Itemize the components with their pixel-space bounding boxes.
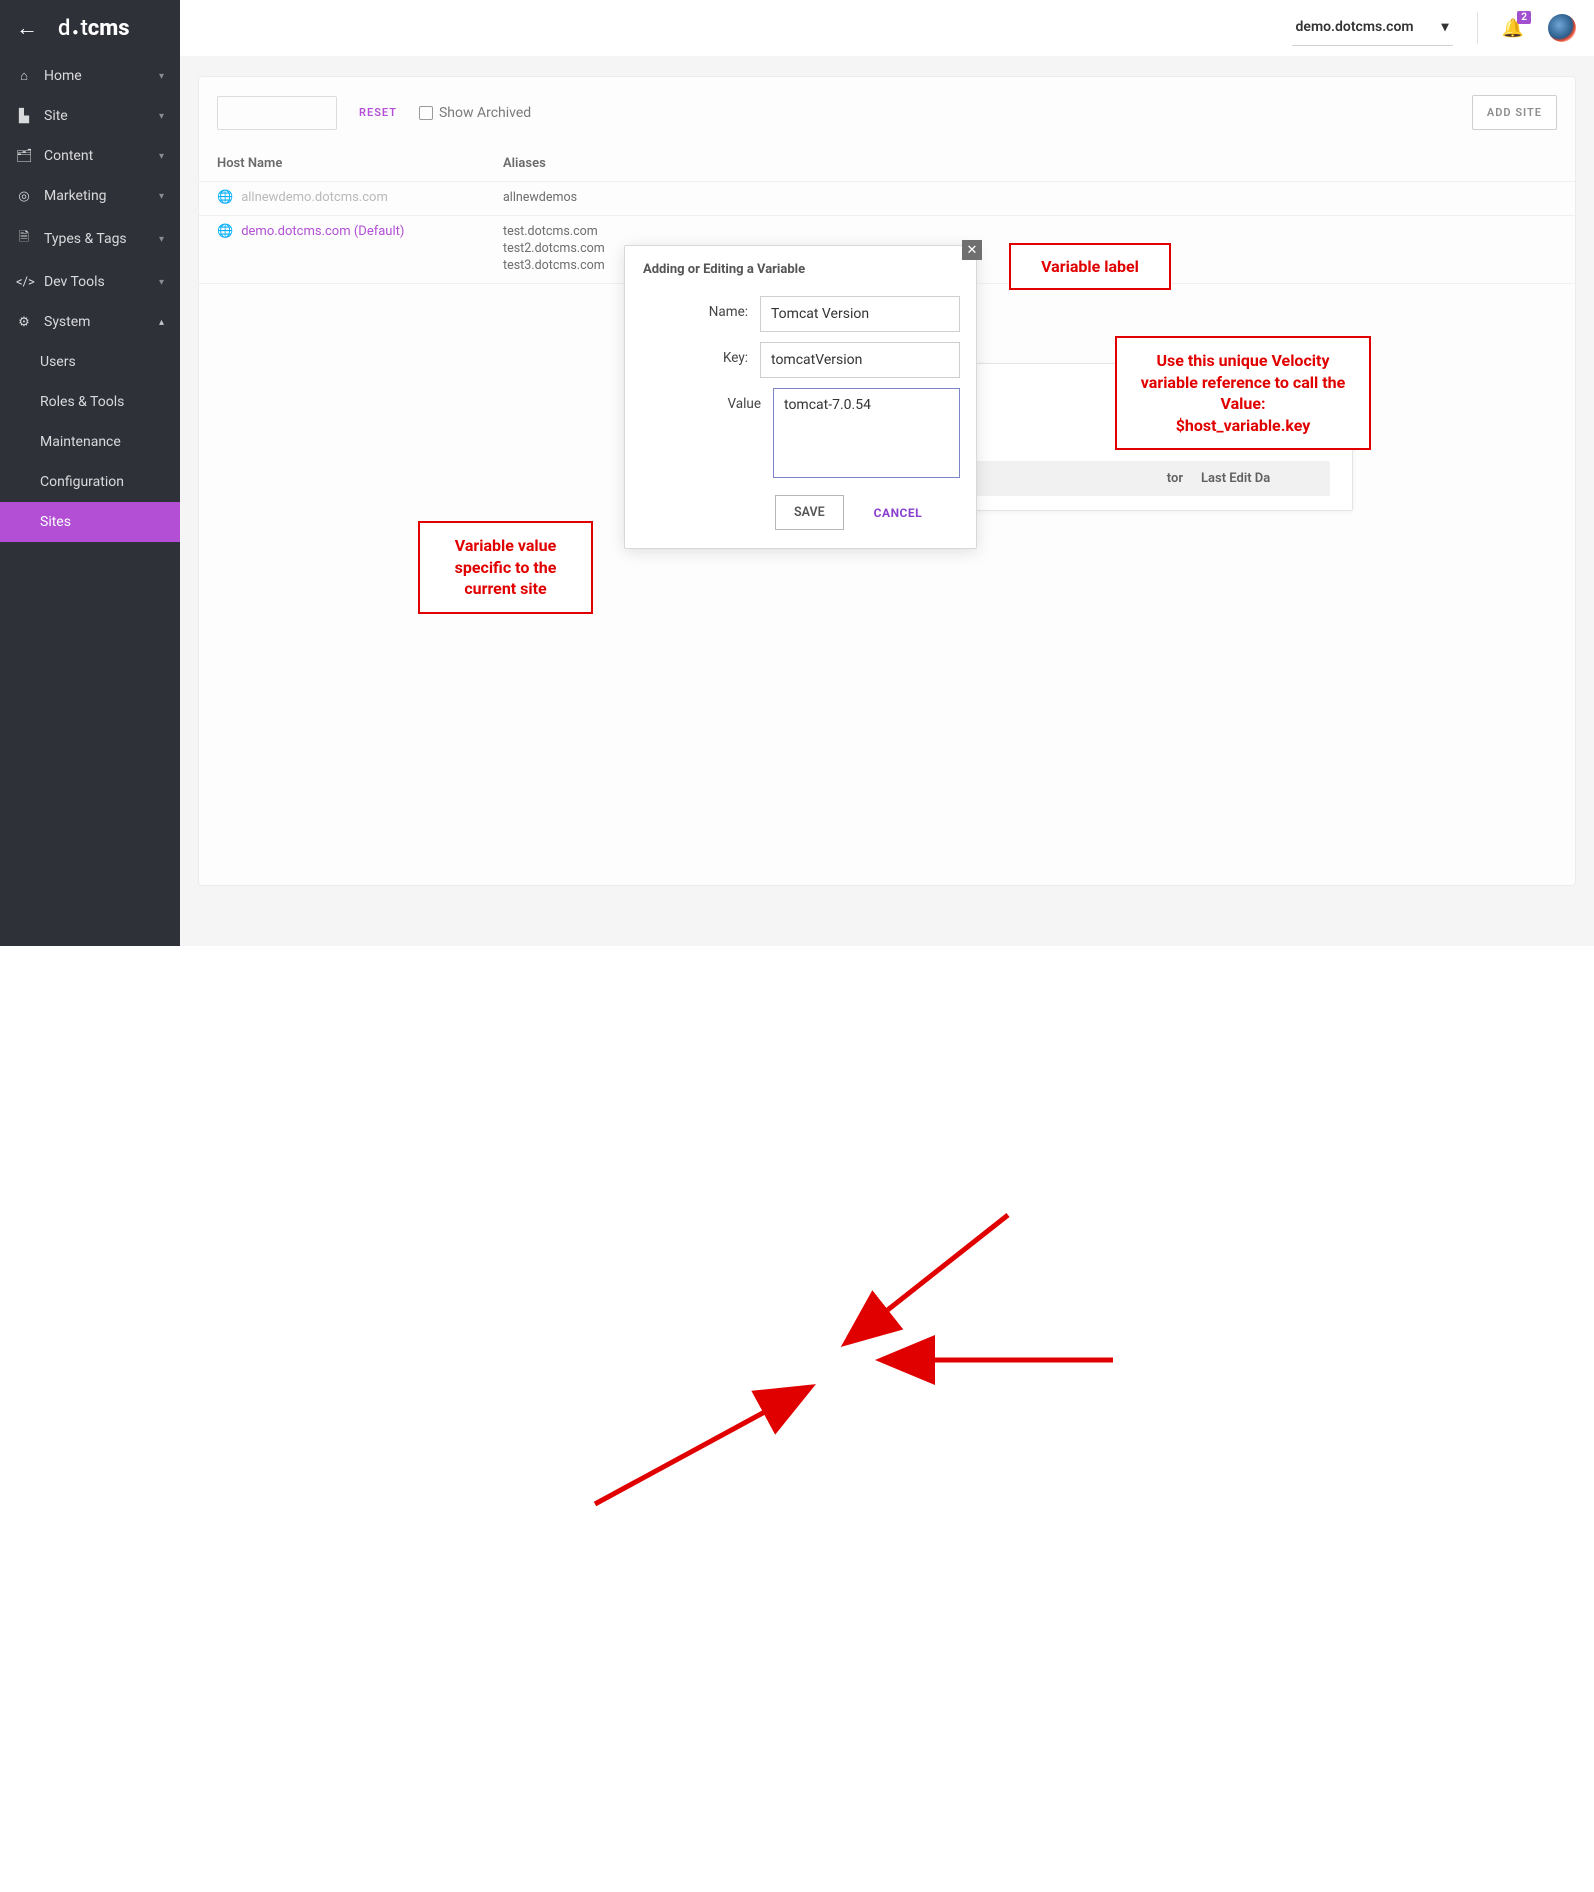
cancel-button[interactable]: CANCEL (874, 506, 922, 520)
code-icon: </> (16, 275, 32, 290)
nav-system[interactable]: ⚙ System ▴ (0, 302, 180, 342)
folder-icon: 🗂 (16, 149, 32, 164)
nav-devtools[interactable]: </> Dev Tools ▾ (0, 262, 180, 302)
chevron-down-icon: ▾ (159, 71, 164, 82)
callout-key: Use this unique Velocity variable refere… (1115, 336, 1371, 450)
nav-label: Site (44, 108, 68, 124)
nav-label: Types & Tags (44, 231, 127, 247)
host-cell: 🌐 allnewdemo.dotcms.com (217, 190, 503, 205)
chevron-down-icon: ▾ (159, 234, 164, 245)
gear-icon: ⚙ (16, 315, 32, 330)
sidebar: ⌂ Home ▾ ▙ Site ▾ 🗂 Content ▾ ◎ Marketing ▾ 🗎 Typ… (0, 56, 180, 946)
chevron-down-icon: ▾ (159, 191, 164, 202)
target-icon: ◎ (16, 189, 32, 204)
name-label: Name: (641, 296, 748, 320)
close-icon[interactable]: ✕ (962, 240, 982, 260)
site-selector[interactable]: demo.dotcms.com ▾ (1292, 11, 1453, 46)
home-icon: ⌂ (16, 68, 32, 84)
nav-label: System (44, 314, 90, 330)
back-arrow-icon[interactable]: ← (16, 15, 38, 41)
checkbox-label: Show Archived (439, 105, 531, 121)
form-row-name: Name: (625, 291, 976, 337)
value-label: Value (641, 388, 761, 412)
value-input[interactable]: tomcat-7.0.54 (773, 388, 960, 478)
logo-text: d (58, 16, 70, 41)
table-row[interactable]: 🌐 allnewdemo.dotcms.com allnewdemos (199, 181, 1575, 215)
modal-actions: SAVE CANCEL (625, 483, 976, 548)
divider (1477, 12, 1478, 44)
form-row-value: Value tomcat-7.0.54 (625, 383, 976, 483)
callout-label: Variable label (1009, 243, 1171, 290)
globe-icon: 🌐 (217, 224, 233, 239)
nav-label: Marketing (44, 188, 107, 204)
file-icon: 🗎 (16, 228, 32, 250)
table-header: Host Name Aliases (199, 150, 1575, 181)
sub-maintenance[interactable]: Maintenance (0, 422, 180, 462)
site-selector-label: demo.dotcms.com (1296, 19, 1414, 35)
caret-down-icon: ▾ (1442, 19, 1449, 35)
modal-title: Adding or Editing a Variable (625, 246, 976, 291)
nav-home[interactable]: ⌂ Home ▾ (0, 56, 180, 96)
checkbox-icon (419, 106, 433, 120)
search-input[interactable] (217, 96, 337, 130)
avatar[interactable] (1548, 14, 1576, 42)
sites-toolbar: RESET Show Archived ADD SITE (199, 95, 1575, 150)
host-name: allnewdemo.dotcms.com (241, 190, 388, 205)
notification-badge: 2 (1517, 11, 1531, 24)
chevron-down-icon: ▾ (159, 111, 164, 122)
logo: d ● t cms (58, 16, 130, 41)
notifications[interactable]: 🔔 2 (1502, 18, 1524, 39)
nav-content[interactable]: 🗂 Content ▾ (0, 136, 180, 176)
sub-users[interactable]: Users (0, 342, 180, 382)
key-label: Key: (641, 342, 748, 366)
annotation-arrows (0, 946, 1594, 1892)
chevron-down-icon: ▾ (159, 277, 164, 288)
top-nav: ← d ● t cms demo.dotcms.com ▾ 🔔 2 (0, 0, 1594, 56)
sub-configuration[interactable]: Configuration (0, 462, 180, 502)
col-alias: Aliases (503, 156, 546, 171)
chevron-down-icon: ▾ (159, 151, 164, 162)
sitemap-icon: ▙ (16, 109, 32, 124)
nav-site[interactable]: ▙ Site ▾ (0, 96, 180, 136)
name-input[interactable] (760, 296, 960, 332)
host-cell: 🌐 demo.dotcms.com (Default) (217, 224, 503, 239)
nav-label: Content (44, 148, 93, 164)
nav-marketing[interactable]: ◎ Marketing ▾ (0, 176, 180, 216)
col-host: Host Name (217, 156, 503, 171)
sub-roles[interactable]: Roles & Tools (0, 382, 180, 422)
col-user: tor (1081, 471, 1201, 486)
sub-sites[interactable]: Sites (0, 502, 180, 542)
chevron-up-icon: ▴ (159, 317, 164, 328)
show-archived[interactable]: Show Archived (419, 105, 531, 121)
logo-text: t (80, 16, 87, 41)
nav-right: demo.dotcms.com ▾ 🔔 2 (1292, 11, 1594, 46)
variable-modal: ✕ Adding or Editing a Variable Name: Key… (624, 245, 977, 549)
add-site-button[interactable]: ADD SITE (1472, 95, 1557, 130)
col-date: Last Edit Da (1201, 471, 1316, 486)
sidebar-header: ← d ● t cms (0, 0, 180, 56)
nav-label: Home (44, 68, 82, 84)
host-name: demo.dotcms.com (Default) (241, 224, 404, 239)
reset-button[interactable]: RESET (359, 106, 397, 119)
save-button[interactable]: SAVE (775, 495, 844, 530)
callout-value: Variable value specific to the current s… (418, 521, 593, 614)
globe-icon: 🌐 (217, 190, 233, 205)
aliases: test.dotcms.com test2.dotcms.com test3.d… (503, 224, 605, 275)
nav-types[interactable]: 🗎 Types & Tags ▾ (0, 216, 180, 262)
form-row-key: Key: (625, 337, 976, 383)
aliases: allnewdemos (503, 190, 577, 207)
key-input[interactable] (760, 342, 960, 378)
nav-label: Dev Tools (44, 274, 105, 290)
logo-text: cms (88, 16, 130, 41)
